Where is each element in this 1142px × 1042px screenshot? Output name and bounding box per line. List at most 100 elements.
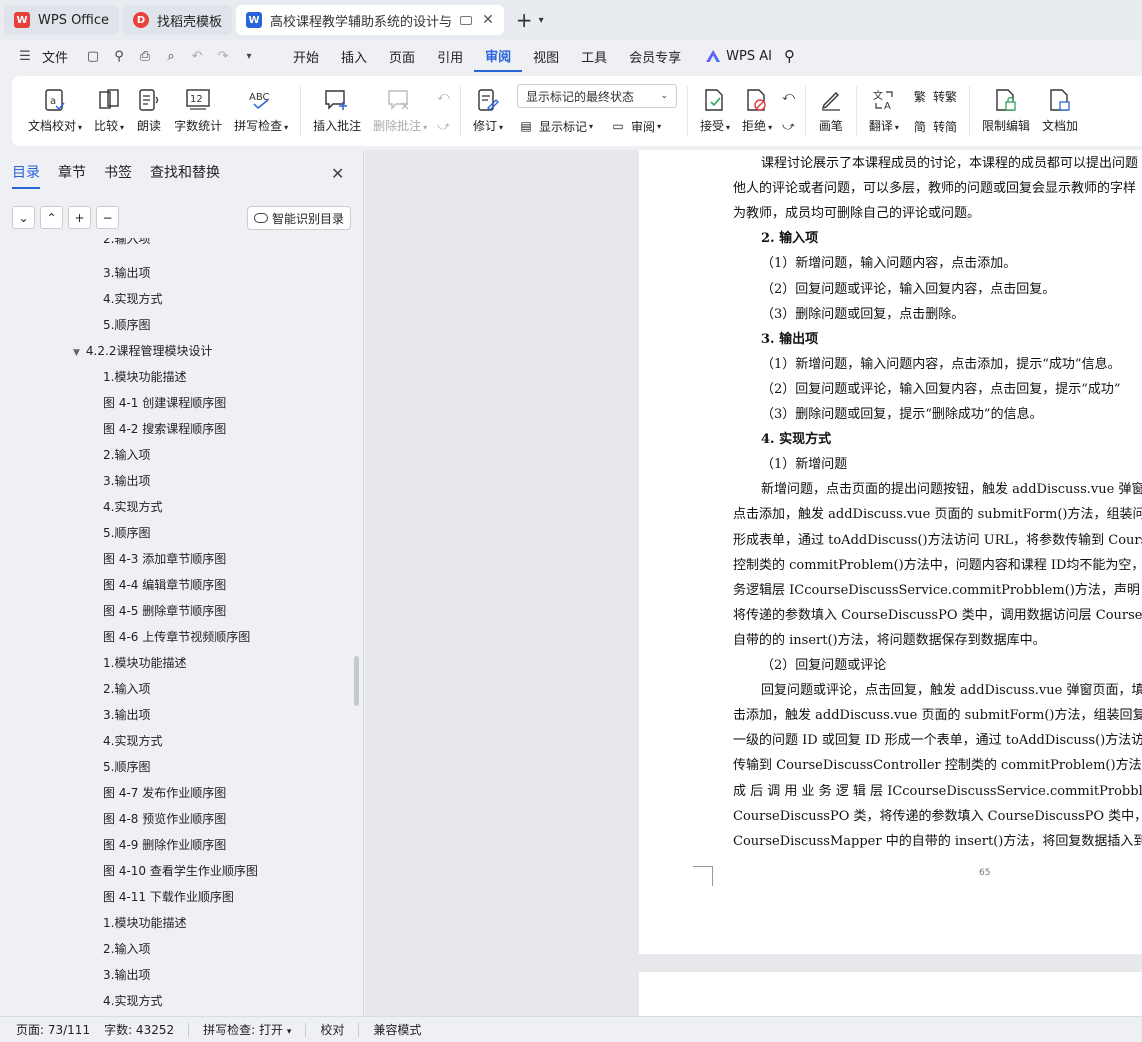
review-pane-button[interactable]: ▭ 审阅 ▾	[609, 114, 661, 138]
show-markup-button[interactable]: ▤ 显示标记 ▾	[517, 114, 593, 138]
print-preview-icon[interactable]: ⌕	[162, 47, 180, 65]
toc-item[interactable]: 2.输入项	[103, 940, 150, 957]
tab-start[interactable]: 开始	[282, 40, 330, 72]
nav-tab-bookmarks[interactable]: 书签	[104, 162, 132, 189]
to-simplified-button[interactable]: 简 转简	[911, 114, 957, 138]
toc-item[interactable]: 图 4-4 编辑章节顺序图	[103, 576, 226, 593]
toc-item[interactable]: 1.模块功能描述	[103, 368, 186, 385]
chevron-down-icon[interactable]: ▾	[539, 15, 544, 26]
search-icon[interactable]: ⚲	[784, 47, 795, 65]
toc-item[interactable]: 1.模块功能描述	[103, 914, 186, 931]
toc-item[interactable]: 图 4-9 删除作业顺序图	[103, 836, 226, 853]
proofread-button[interactable]: a 文档校对 ▾	[22, 81, 88, 141]
plus-icon[interactable]: +	[68, 206, 91, 229]
markup-state-select[interactable]: 显示标记的最终状态 ⌄	[517, 84, 678, 108]
toc-item[interactable]: 4.实现方式	[103, 290, 162, 307]
revise-button[interactable]: 修订 ▾	[467, 81, 509, 141]
tab-document[interactable]: W 高校课程教学辅助系统的设计与 ✕	[236, 5, 504, 35]
close-icon[interactable]: ✕	[331, 164, 344, 183]
next-revision-icon[interactable]: ⤻	[782, 114, 795, 138]
next-document-page[interactable]	[639, 972, 1142, 1016]
tab-template[interactable]: D 找稻壳模板	[123, 5, 233, 35]
print-icon[interactable]: ⎙	[136, 47, 154, 65]
undo-icon[interactable]: ↶	[188, 47, 206, 65]
tab-wps-office[interactable]: W WPS Office	[4, 5, 120, 35]
wps-ai-button[interactable]: WPS AI ⚲	[706, 47, 795, 65]
toc-item[interactable]: 1.模块功能描述	[103, 654, 186, 671]
page-indicator[interactable]: 页面: 73/111	[16, 1021, 90, 1038]
smart-toc-button[interactable]: 智能识别目录	[247, 206, 351, 230]
accept-button[interactable]: 接受 ▾	[694, 81, 736, 141]
restrict-edit-button[interactable]: 限制编辑	[976, 81, 1036, 141]
spell-check-button[interactable]: ABC 拼写检查 ▾	[228, 81, 294, 141]
toc-item[interactable]: 图 4-3 添加章节顺序图	[103, 550, 226, 567]
prev-comment-icon[interactable]: ⤺	[437, 84, 450, 108]
pen-button[interactable]: 画笔	[812, 81, 850, 141]
tab-member[interactable]: 会员专享	[618, 40, 692, 72]
tab-review[interactable]: 审阅	[474, 40, 523, 72]
toc-item[interactable]: 图 4-7 发布作业顺序图	[103, 784, 226, 801]
nav-tab-toc[interactable]: 目录	[12, 162, 40, 189]
delete-comment-button[interactable]: 删除批注 ▾	[367, 81, 433, 141]
tab-view[interactable]: 视图	[522, 40, 570, 72]
tab-reference[interactable]: 引用	[426, 40, 474, 72]
chevron-down-icon[interactable]: ▾	[240, 47, 258, 65]
minus-icon[interactable]: −	[96, 206, 119, 229]
compare-button[interactable]: 比较 ▾	[88, 81, 130, 141]
next-comment-icon[interactable]: ⤻	[437, 114, 450, 138]
toc-item[interactable]: 图 4-5 删除章节顺序图	[103, 602, 226, 619]
word-count-button[interactable]: 12 字数统计	[168, 81, 228, 141]
monitor-icon[interactable]	[460, 15, 473, 25]
prev-revision-icon[interactable]: ⤺	[782, 84, 795, 108]
toc-item[interactable]: 3.输出项	[103, 264, 150, 281]
to-traditional-button[interactable]: 繁 转繁	[911, 84, 957, 108]
expand-triangle-icon[interactable]: ▼	[73, 348, 80, 358]
toc-item[interactable]: 3.输出项	[103, 966, 150, 983]
nav-tab-find-replace[interactable]: 查找和替换	[150, 162, 220, 189]
toc-item[interactable]: 5.顺序图	[103, 316, 150, 333]
tab-page[interactable]: 页面	[378, 40, 426, 72]
chevron-up-icon[interactable]: ⌃	[40, 206, 63, 229]
nav-scrollbar[interactable]	[354, 656, 359, 706]
tab-insert[interactable]: 插入	[330, 40, 378, 72]
new-tab-icon[interactable]: +	[516, 8, 533, 32]
toc-item[interactable]: 4.实现方式	[103, 498, 162, 515]
toc-heading-item[interactable]: ▼ 4.2.2课程管理模块设计	[73, 342, 212, 359]
toc-item[interactable]: 2.输入项	[103, 238, 150, 247]
reject-button[interactable]: 拒绝 ▾	[736, 81, 778, 141]
window-tab-bar: W WPS Office D 找稻壳模板 W 高校课程教学辅助系统的设计与 ✕ …	[0, 0, 1142, 40]
share-icon[interactable]: ⚲	[110, 47, 128, 65]
proof-status[interactable]: 校对	[320, 1021, 344, 1038]
chevron-down-icon[interactable]: ⌄	[12, 206, 35, 229]
toc-item[interactable]: 3.输出项	[103, 706, 150, 723]
translate-button[interactable]: 文A 翻译 ▾	[863, 81, 905, 141]
nav-tab-sections[interactable]: 章节	[58, 162, 86, 189]
document-text-line: CourseDiscussMapper 中的自带的 insert()方法，将回复…	[733, 833, 1142, 849]
close-icon[interactable]: ✕	[482, 12, 494, 28]
toc-item[interactable]: 5.顺序图	[103, 758, 150, 775]
ribbon-separator	[968, 86, 970, 136]
toc-item-label: 3.输出项	[103, 266, 151, 280]
save-icon[interactable]: ▢	[84, 47, 102, 65]
insert-comment-button[interactable]: 插入批注	[307, 81, 367, 141]
word-count-indicator[interactable]: 字数: 43252	[104, 1021, 174, 1038]
document-page[interactable]: 65 课程讨论展示了本课程成员的讨论，本课程的成员都可以提出问题 他人的评论或者问…	[639, 150, 1142, 954]
toc-item[interactable]: 4.实现方式	[103, 732, 162, 749]
redo-icon[interactable]: ↷	[214, 47, 232, 65]
toc-item[interactable]: 图 4-2 搜索课程顺序图	[103, 420, 226, 437]
doc-add-button[interactable]: 文档加	[1036, 81, 1084, 141]
read-aloud-button[interactable]: 朗读	[130, 81, 168, 141]
toc-item[interactable]: 4.实现方式	[103, 992, 162, 1009]
toc-item[interactable]: 图 4-8 预览作业顺序图	[103, 810, 226, 827]
toc-item[interactable]: 2.输入项	[103, 680, 150, 697]
toc-item[interactable]: 3.输出项	[103, 472, 150, 489]
file-menu[interactable]: ☰ 文件	[16, 47, 68, 66]
toc-item[interactable]: 图 4-11 下载作业顺序图	[103, 888, 234, 905]
toc-item[interactable]: 图 4-1 创建课程顺序图	[103, 394, 226, 411]
toc-item[interactable]: 2.输入项	[103, 446, 150, 463]
toc-item[interactable]: 图 4-6 上传章节视频顺序图	[103, 628, 250, 645]
toc-item[interactable]: 5.顺序图	[103, 524, 150, 541]
toc-item[interactable]: 图 4-10 查看学生作业顺序图	[103, 862, 258, 879]
spell-check-status[interactable]: 拼写检查: 打开 ▾	[203, 1021, 291, 1038]
tab-tools[interactable]: 工具	[570, 40, 618, 72]
